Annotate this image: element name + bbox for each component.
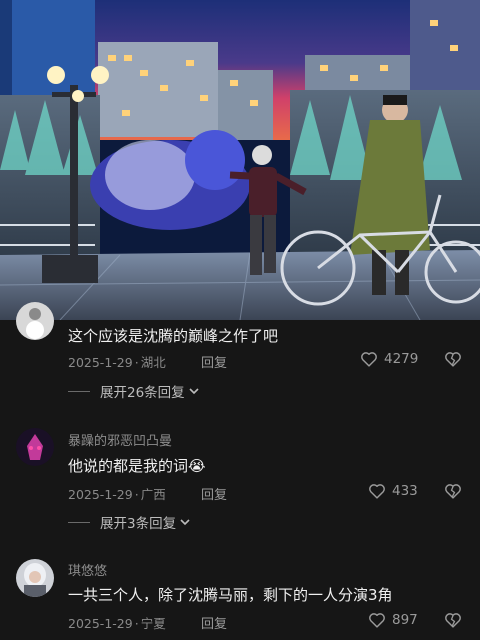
comment-meta: 2025-1-29 · 宁夏 [68, 616, 166, 631]
comment-date: 2025-1-29 [68, 355, 133, 370]
comment-list: 这个应该是沈腾的巅峰之作了吧 2025-1-29 · 湖北 回复 4279 展开26… [0, 302, 480, 640]
comment-location: 宁夏 [140, 616, 166, 631]
comment-text: 这个应该是沈腾的巅峰之作了吧 [68, 327, 279, 345]
comment-location: 湖北 [140, 355, 166, 370]
dislike-button[interactable] [444, 483, 462, 499]
heart-outline-icon [369, 484, 385, 499]
expand-label: 展开3条回复 [100, 516, 177, 532]
broken-heart-icon [445, 613, 461, 628]
like-button[interactable]: 433 [368, 483, 418, 499]
comment-text-body: 他说的都是我的词 [68, 457, 189, 475]
comment-location: 广西 [140, 487, 166, 502]
avatar[interactable] [16, 428, 54, 466]
expand-replies-button[interactable]: 展开26条回复 [68, 381, 199, 401]
comment-text: 他说的都是我的词😭 [68, 455, 206, 476]
crying-face-emoji: 😭 [188, 457, 206, 475]
like-button[interactable]: 4279 [360, 351, 418, 367]
like-button[interactable]: 897 [368, 612, 418, 628]
comment-date: 2025-1-29 [68, 616, 133, 631]
stage-scene-image [0, 0, 480, 320]
broken-heart-icon [445, 352, 461, 367]
expand-replies-button[interactable]: 展开3条回复 [68, 512, 190, 532]
reply-button[interactable]: 回复 [201, 352, 227, 371]
like-count: 4279 [384, 351, 419, 367]
comment-date: 2025-1-29 [68, 487, 133, 502]
comment-text: 一共三个人，除了沈腾马丽，剩下的一人分演3角 [68, 586, 393, 604]
dislike-button[interactable] [444, 612, 462, 628]
avatar[interactable] [16, 559, 54, 597]
chevron-down-icon [180, 514, 190, 530]
reply-button[interactable]: 回复 [201, 613, 227, 632]
chevron-down-icon [189, 383, 199, 399]
comment-meta: 2025-1-29 · 湖北 [68, 355, 166, 370]
like-count: 897 [392, 612, 418, 628]
dislike-button[interactable] [444, 351, 462, 367]
comment-username[interactable]: 琪悠悠 [68, 560, 107, 579]
comment-meta: 2025-1-29 · 广西 [68, 487, 166, 502]
heart-outline-icon [361, 352, 377, 367]
like-count: 433 [392, 483, 418, 499]
divider-line [68, 521, 90, 523]
video-frame[interactable] [0, 0, 480, 320]
avatar[interactable] [16, 302, 54, 340]
heart-outline-icon [369, 613, 385, 628]
broken-heart-icon [445, 484, 461, 499]
divider-line [68, 390, 90, 392]
expand-label: 展开26条回复 [100, 385, 185, 401]
reply-button[interactable]: 回复 [201, 484, 227, 503]
comment-username[interactable]: 暴躁的邪恶凹凸曼 [68, 430, 172, 449]
